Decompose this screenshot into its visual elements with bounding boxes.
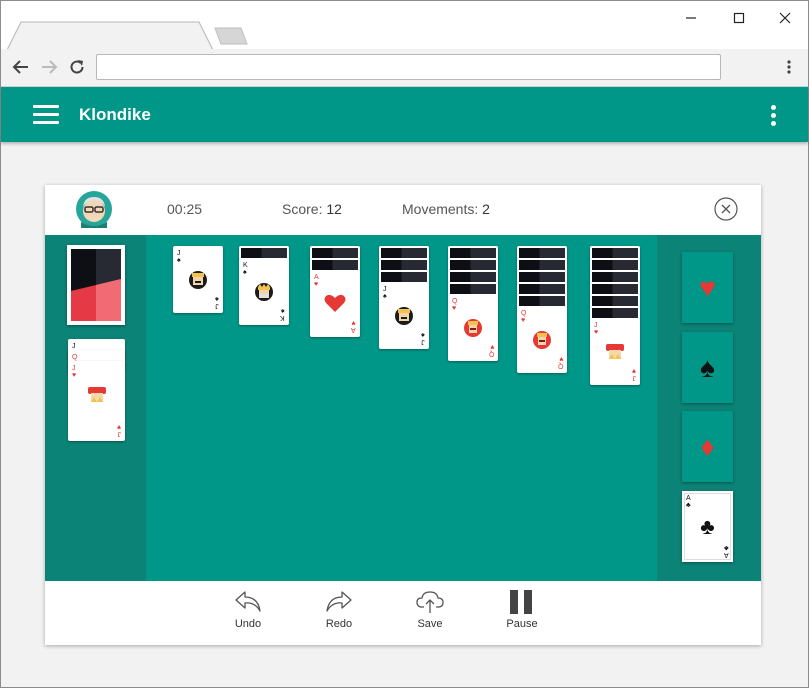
- address-bar[interactable]: [96, 54, 721, 80]
- player-avatar[interactable]: [75, 190, 113, 228]
- playing-card[interactable]: K ♠ K ♠: [239, 258, 289, 325]
- browser-window: Klondike 00:25 Score: 12 Movements: 2 J …: [0, 0, 809, 688]
- pause-button[interactable]: Pause: [492, 589, 552, 635]
- card-rank-suit-bottom: Q ♥: [557, 355, 563, 369]
- browser-tab[interactable]: [7, 21, 215, 50]
- playing-card[interactable]: J ♥ J ♥: [590, 318, 640, 385]
- back-arrow-icon[interactable]: [10, 56, 32, 78]
- card-rank-suit-bottom: K ♠: [280, 307, 285, 321]
- more-vert-icon[interactable]: [781, 57, 797, 77]
- game-header: 00:25 Score: 12 Movements: 2: [45, 185, 761, 235]
- card-face-icon: [252, 280, 276, 307]
- card-face-icon: [323, 292, 347, 319]
- diamond-icon: ♦: [700, 430, 715, 462]
- card-rank-suit: J ♥: [72, 365, 77, 379]
- maximize-icon[interactable]: [729, 9, 749, 27]
- card-face-icon: [186, 268, 210, 295]
- playing-card[interactable]: J ♥ J ♥: [68, 361, 125, 441]
- playing-card[interactable]: Q ♥ Q ♥: [448, 294, 498, 361]
- foundation-pile[interactable]: ♦: [682, 411, 733, 482]
- card-rank-suit-bottom: J ♠: [421, 331, 425, 345]
- score-label: Score:: [282, 201, 323, 217]
- card-face-icon: [461, 316, 485, 343]
- card-rank-suit-bottom: A ♥: [351, 319, 356, 333]
- menu-icon[interactable]: [33, 104, 59, 124]
- redo-icon: [326, 591, 352, 612]
- foundation-pile[interactable]: A ♣ A ♣ ♣: [682, 491, 733, 562]
- cloud-upload-icon: [416, 591, 444, 613]
- card-rank-suit-bottom: J ♥: [116, 423, 121, 437]
- reload-icon[interactable]: [66, 56, 88, 78]
- minimize-icon[interactable]: [681, 9, 701, 27]
- pause-label: Pause: [506, 618, 538, 630]
- card-face-icon: [530, 328, 554, 355]
- card-rank-suit-bottom: J ♠: [215, 295, 219, 309]
- playing-card[interactable]: A ♥ A ♥: [310, 270, 360, 337]
- movements-value: 2: [482, 201, 490, 217]
- stock-pile[interactable]: [67, 245, 125, 325]
- movements-display: Movements: 2: [402, 201, 490, 217]
- heart-icon: ♥: [699, 271, 716, 303]
- card-face-icon: [392, 304, 416, 331]
- close-icon[interactable]: [775, 9, 795, 27]
- card-rank-suit: J ♥: [594, 322, 599, 336]
- pause-icon: [510, 590, 532, 614]
- browser-toolbar: [1, 49, 808, 87]
- playing-card[interactable]: J ♠ J ♠: [379, 282, 429, 349]
- score-display: Score: 12: [282, 201, 342, 217]
- app-more-icon[interactable]: [765, 103, 783, 127]
- card-rank-suit: A ♥: [314, 274, 319, 288]
- undo-button[interactable]: Undo: [218, 589, 278, 635]
- stock-column: J ♠Q ♥J ♥J ♥: [45, 235, 146, 581]
- redo-button[interactable]: Redo: [309, 589, 369, 635]
- app-bar: Klondike: [1, 87, 808, 142]
- foundation-pile[interactable]: ♠: [682, 332, 733, 403]
- undo-label: Undo: [234, 618, 262, 630]
- new-tab-button[interactable]: [213, 27, 249, 45]
- game-panel: 00:25 Score: 12 Movements: 2 J Q J ♥ J ♥…: [45, 185, 761, 645]
- card-rank-suit-bottom: A ♣: [724, 544, 729, 558]
- movements-label: Movements:: [402, 201, 479, 217]
- card-rank-suit: K ♠: [243, 262, 248, 276]
- save-button[interactable]: Save: [400, 589, 460, 635]
- foundation-pile[interactable]: ♥: [682, 252, 733, 323]
- title-bar: [1, 1, 808, 50]
- card-face-icon: [85, 383, 109, 410]
- card-rank-suit: J ♠: [383, 286, 387, 300]
- card-rank-suit-bottom: Q ♥: [488, 343, 494, 357]
- close-game-icon[interactable]: [714, 197, 738, 221]
- card-rank-suit: A ♣: [686, 495, 691, 509]
- app-title: Klondike: [79, 105, 151, 124]
- timer: 00:25: [167, 201, 203, 217]
- spade-icon: ♠: [700, 351, 715, 383]
- card-rank-suit: Q ♥: [521, 310, 527, 324]
- playing-card[interactable]: Q ♥ Q ♥: [517, 306, 567, 373]
- save-label: Save: [417, 618, 443, 630]
- redo-label: Redo: [325, 618, 353, 630]
- playing-card[interactable]: J ♠ J ♠: [173, 246, 223, 313]
- card-face-icon: [603, 340, 627, 367]
- game-board: J ♠ Q ♥ J ♥ J ♥ J ♠ J ♠ K ♠ K ♠ A ♥ A ♥ J ♠ J ♠ Q ♥…: [45, 235, 761, 581]
- game-footer: Undo Redo Save Pause: [45, 581, 761, 645]
- score-value: 12: [326, 201, 342, 217]
- card-rank-suit-bottom: J ♥: [631, 367, 636, 381]
- forward-arrow-icon[interactable]: [38, 56, 60, 78]
- card-rank-suit: Q ♥: [452, 298, 458, 312]
- undo-icon: [235, 591, 261, 612]
- card-rank-suit: J ♠: [177, 250, 181, 264]
